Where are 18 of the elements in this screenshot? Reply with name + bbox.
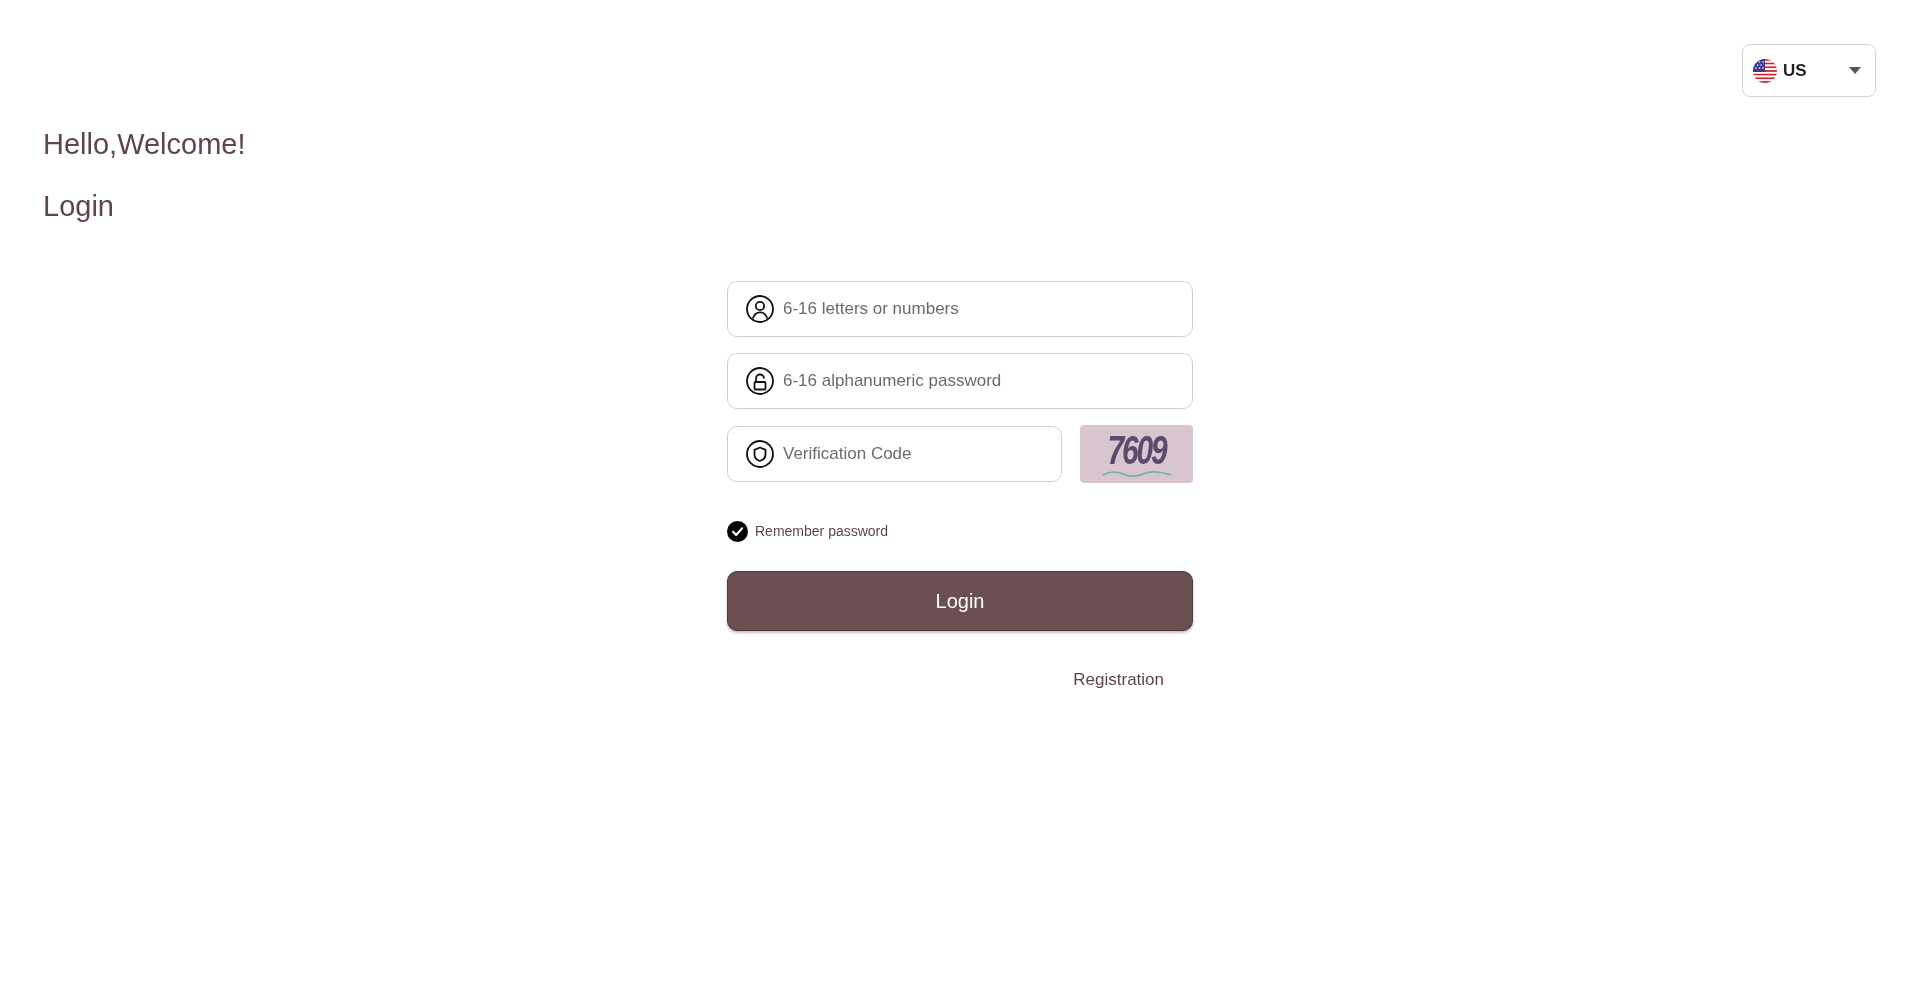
captcha-image[interactable]: 7609 — [1080, 425, 1193, 483]
remember-password-label: Remember password — [755, 522, 889, 541]
username-field[interactable]: 6-16 letters or numbers — [727, 281, 1193, 337]
registration-link[interactable]: Registration — [1073, 670, 1164, 690]
language-selector[interactable]: US — [1742, 44, 1876, 97]
user-icon — [746, 295, 774, 323]
us-flag-icon — [1753, 58, 1777, 83]
squiggle-icon — [1101, 470, 1172, 478]
page-title: Login — [43, 190, 114, 223]
greeting-heading: Hello,Welcome! — [43, 128, 246, 161]
password-field[interactable]: 6-16 alphanumeric password — [727, 353, 1193, 409]
captcha-code: 7609 — [1107, 430, 1166, 470]
lock-icon — [746, 367, 774, 395]
checkbox[interactable] — [727, 521, 748, 542]
login-button[interactable]: Login — [727, 571, 1193, 631]
verification-code-field[interactable]: Verification Code — [727, 426, 1062, 482]
shield-icon — [746, 440, 774, 468]
caret-icon — [1849, 67, 1861, 74]
